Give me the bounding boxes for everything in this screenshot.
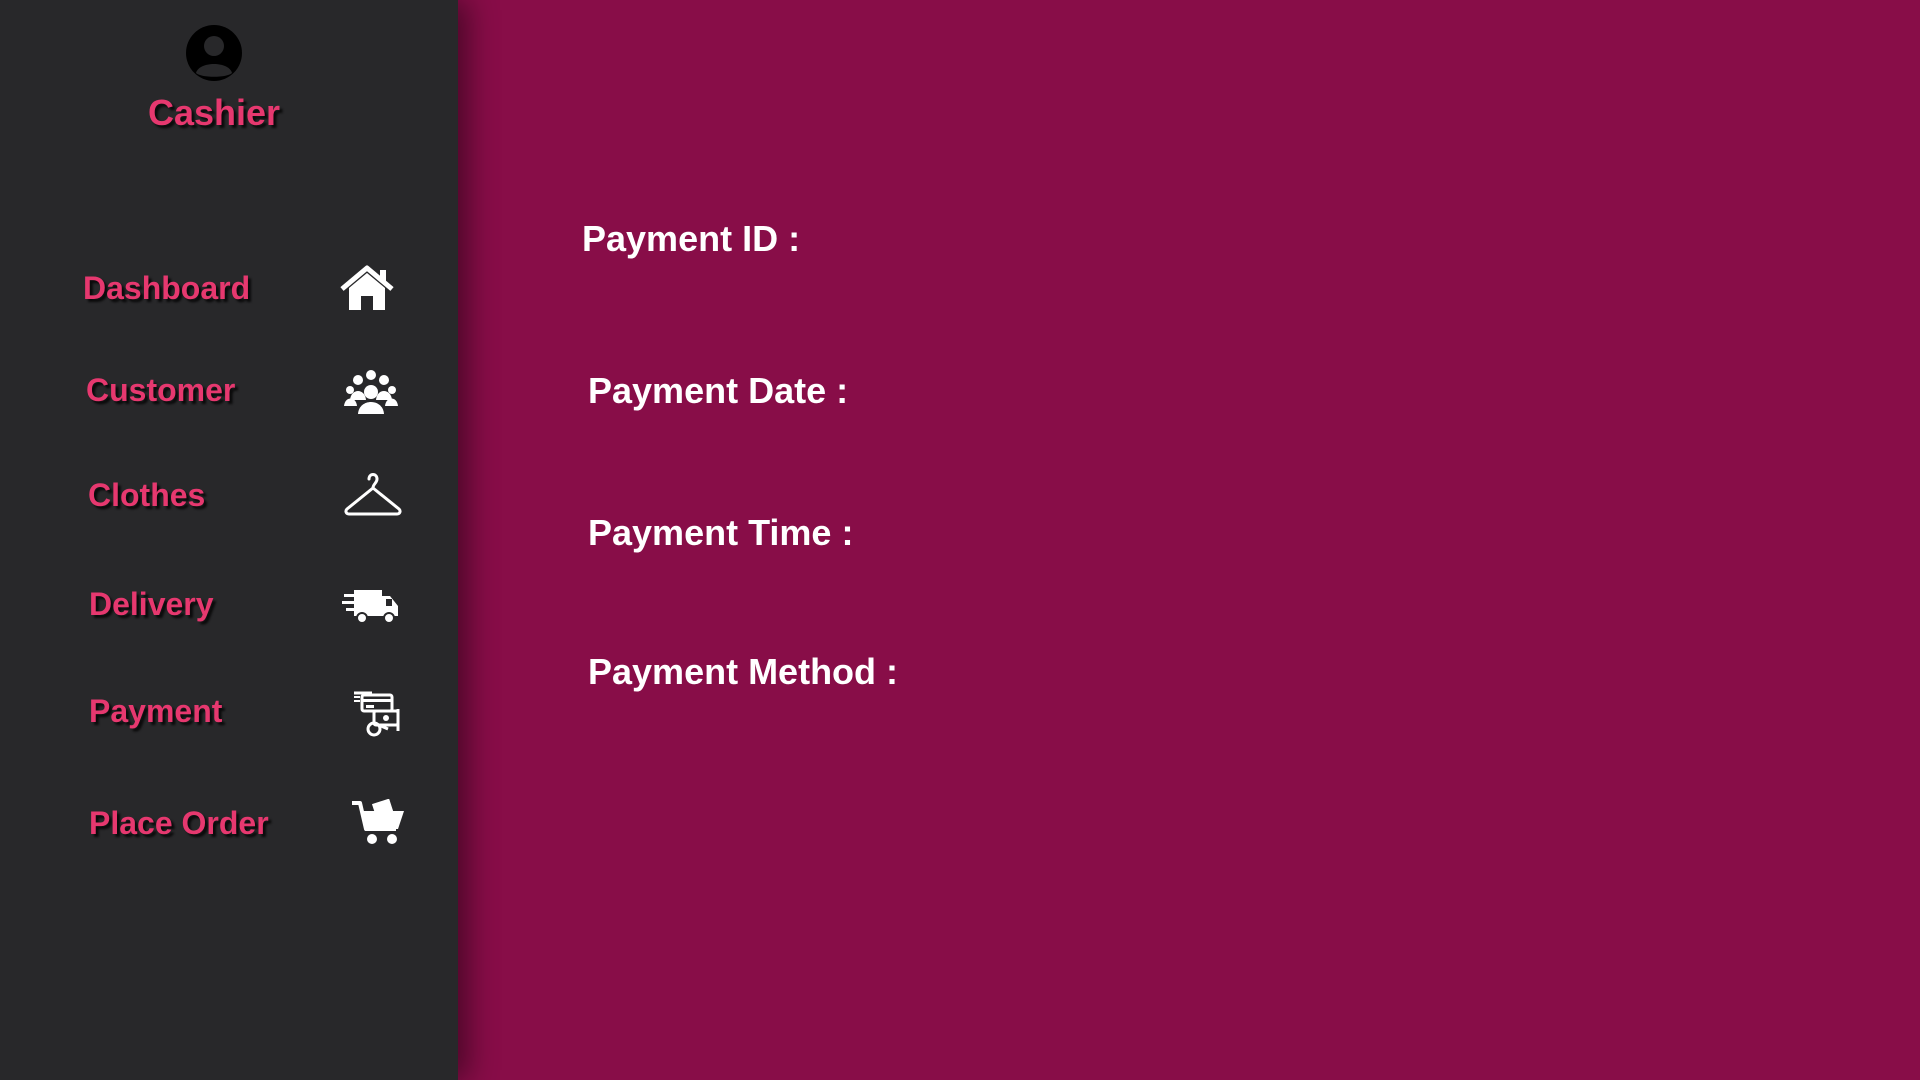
sidebar-item-label: Payment [89, 693, 223, 729]
payment-icon [354, 691, 400, 737]
sidebar-item-label: Place Order [89, 805, 269, 841]
payment-date-label: Payment Date : [588, 370, 849, 411]
sidebar-item-label: Dashboard [83, 270, 251, 306]
payment-method-label: Payment Method : [588, 651, 899, 692]
payment-details-panel: Payment ID : Payment Date : Payment Time… [458, 0, 1920, 1080]
truck-icon [342, 590, 398, 624]
home-icon [340, 265, 394, 310]
sidebar-item-customer[interactable]: Customer [0, 358, 458, 428]
role-title: Cashier [147, 92, 281, 133]
sidebar: Cashier Dashboard Customer Clothes Deliv… [0, 0, 458, 1080]
cart-icon [352, 799, 404, 844]
sidebar-item-label: Customer [86, 372, 236, 408]
payment-time-label: Payment Time : [588, 512, 854, 553]
hanger-icon [344, 473, 402, 516]
app-window: Cashier Dashboard Customer Clothes Deliv… [0, 0, 1920, 1080]
user-avatar-icon[interactable] [186, 25, 242, 81]
sidebar-item-payment[interactable]: Payment [0, 679, 458, 749]
sidebar-item-clothes[interactable]: Clothes [0, 463, 458, 533]
sidebar-item-place-order[interactable]: Place Order [0, 791, 458, 861]
users-icon [344, 370, 398, 414]
payment-id-label: Payment ID : [582, 218, 801, 259]
sidebar-item-delivery[interactable]: Delivery [0, 572, 458, 642]
sidebar-item-label: Delivery [89, 586, 214, 622]
sidebar-item-label: Clothes [88, 477, 206, 513]
sidebar-item-dashboard[interactable]: Dashboard [0, 256, 458, 326]
